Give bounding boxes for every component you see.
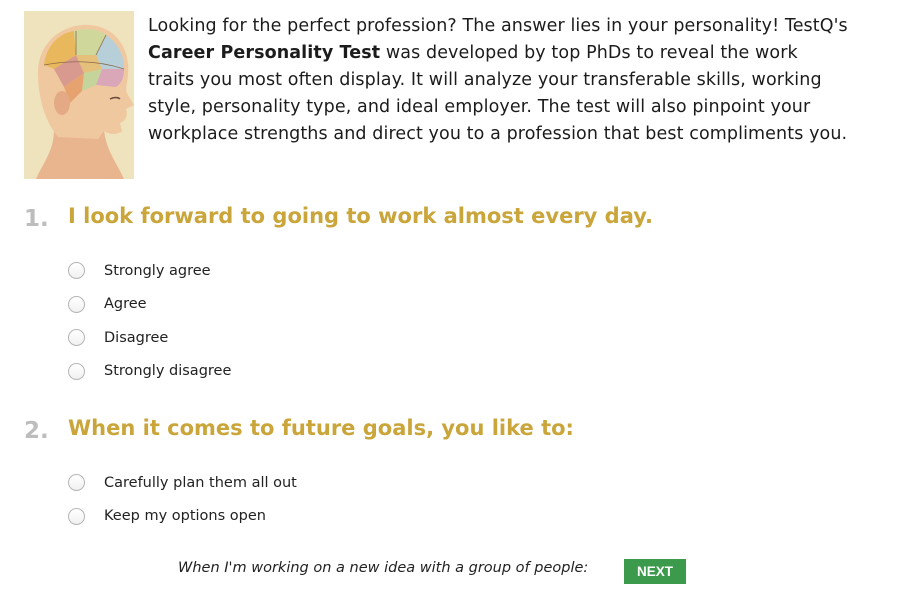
intro-text-start: Looking for the perfect profession? The … — [148, 16, 848, 36]
option-label: Agree — [104, 296, 147, 313]
test-name: Career Personality Test — [148, 43, 381, 63]
next-question-prompt: When I'm working on a new idea with a gr… — [178, 560, 589, 576]
option-label: Disagree — [104, 329, 169, 346]
phrenology-head-image — [24, 11, 134, 179]
question-text: I look forward to going to work almost e… — [68, 204, 653, 228]
radio-button[interactable] — [68, 262, 85, 280]
option-keep-options-open[interactable]: Keep my options open — [68, 500, 297, 534]
option-strongly-agree[interactable]: Strongly agree — [68, 254, 231, 288]
radio-button[interactable] — [68, 507, 85, 525]
radio-button[interactable] — [68, 295, 85, 313]
option-label: Carefully plan them all out — [104, 474, 297, 491]
phrenology-head-icon — [24, 11, 134, 179]
radio-button[interactable] — [68, 474, 85, 492]
option-label: Strongly disagree — [104, 363, 232, 380]
option-disagree[interactable]: Disagree — [68, 321, 231, 355]
question-number: 1. — [24, 206, 49, 232]
answer-options: Carefully plan them all out Keep my opti… — [68, 466, 297, 533]
option-plan-goals[interactable]: Carefully plan them all out — [68, 466, 297, 500]
radio-button[interactable] — [68, 362, 85, 380]
question-text: When it comes to future goals, you like … — [68, 416, 574, 440]
option-agree[interactable]: Agree — [68, 288, 231, 322]
option-label: Strongly agree — [104, 262, 211, 279]
next-button[interactable]: NEXT — [624, 559, 686, 584]
question-number: 2. — [24, 418, 49, 444]
test-page: Looking for the perfect profession? The … — [0, 0, 900, 594]
option-strongly-disagree[interactable]: Strongly disagree — [68, 355, 231, 389]
option-label: Keep my options open — [104, 508, 266, 525]
intro-paragraph: Looking for the perfect profession? The … — [148, 13, 848, 148]
answer-options: Strongly agree Agree Disagree Strongly d… — [68, 254, 231, 388]
radio-button[interactable] — [68, 329, 85, 347]
